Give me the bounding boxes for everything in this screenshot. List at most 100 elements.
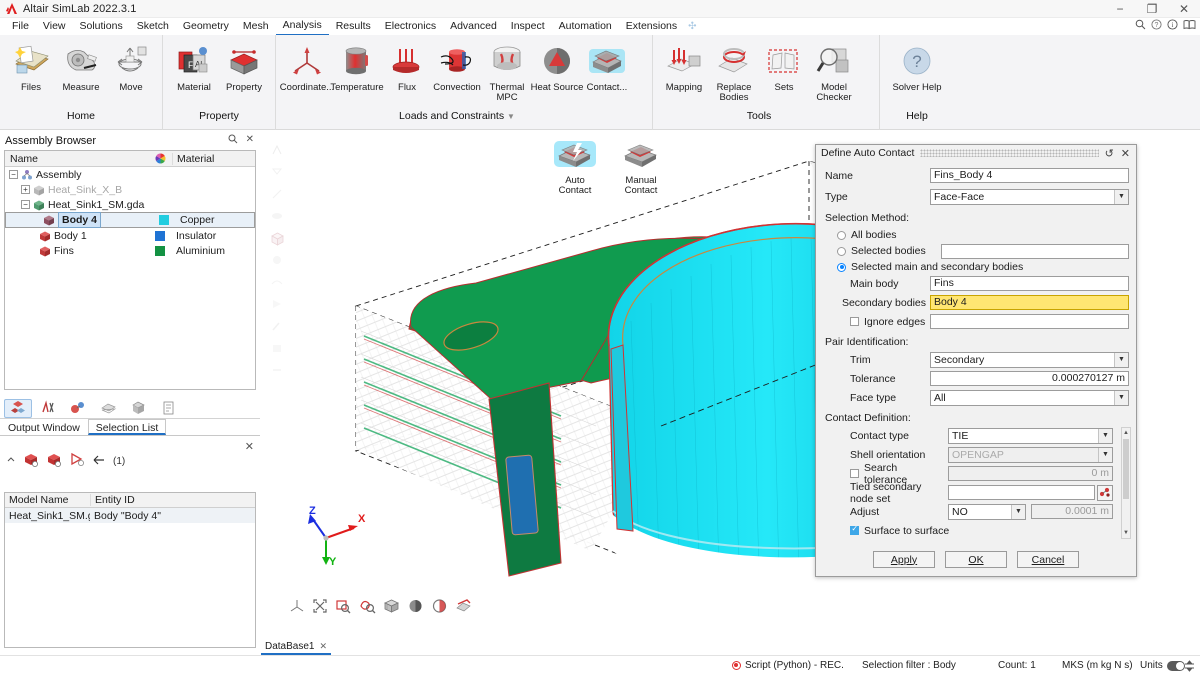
menu-solutions[interactable]: Solutions — [73, 18, 130, 35]
radio-selected-main-secondary[interactable]: Selected main and secondary bodies — [825, 259, 1129, 275]
menu-geometry[interactable]: Geometry — [176, 18, 236, 35]
scroll-down-icon[interactable]: ▼ — [1122, 528, 1130, 538]
main-body-input[interactable]: Fins — [930, 276, 1129, 291]
ribbon-button-heat-source[interactable]: Heat Source — [531, 35, 583, 93]
close-button[interactable]: ✕ — [1168, 0, 1200, 18]
ribbon-button-thermal-mpc[interactable]: Thermal MPC — [482, 35, 532, 103]
menu-automation[interactable]: Automation — [552, 18, 619, 35]
tolerance-input[interactable]: 0.000270127 m — [930, 371, 1129, 386]
scroll-thumb[interactable] — [1123, 439, 1129, 499]
menu-advanced[interactable]: Advanced — [443, 18, 504, 35]
tree-row-heat-sink1-sm[interactable]: − Heat_Sink1_SM.gda — [5, 197, 255, 212]
dialog-title-bar[interactable]: Define Auto Contact ↺ ✕ — [816, 145, 1136, 161]
chevron-down-icon[interactable]: ▼ — [1098, 428, 1112, 443]
units-toggle-switch[interactable] — [1166, 660, 1185, 671]
report-browser-icon[interactable] — [154, 399, 182, 418]
surface-to-surface-checkbox[interactable] — [850, 524, 859, 535]
chevron-down-icon[interactable]: ▼ — [1011, 504, 1025, 519]
info-icon[interactable]: i — [1167, 19, 1178, 33]
maximize-button[interactable]: ❐ — [1136, 0, 1168, 18]
ribbon-button-move[interactable]: Move — [106, 35, 156, 93]
highlight-icon[interactable] — [69, 452, 85, 470]
radio-icon[interactable] — [837, 230, 846, 240]
menu-overflow-icon[interactable]: ✣ — [684, 21, 700, 32]
assembly-tree[interactable]: Name Material − Assembly + Heat_Sink_X_B… — [4, 150, 256, 390]
chevron-down-icon[interactable]: ▼ — [1114, 390, 1128, 405]
selection-table[interactable]: Model Name Entity ID Heat_Sink1_SM.g.. B… — [4, 492, 256, 648]
tree-row-assembly[interactable]: − Assembly — [5, 167, 255, 182]
secondary-bodies-input[interactable]: Body 4 — [930, 295, 1129, 310]
radio-icon[interactable] — [837, 246, 846, 256]
menu-sketch[interactable]: Sketch — [130, 18, 176, 35]
collapse-icon[interactable] — [6, 455, 16, 468]
radio-all-bodies[interactable]: All bodies — [825, 227, 1129, 243]
menu-analysis[interactable]: Analysis — [275, 17, 329, 36]
radio-selected-bodies[interactable]: Selected bodies — [825, 243, 1129, 259]
chevron-down-icon[interactable]: ▼ — [1114, 352, 1128, 367]
minimize-button[interactable]: − — [1104, 0, 1136, 18]
orient-icon[interactable] — [289, 598, 305, 617]
ignore-edges-checkbox[interactable] — [850, 317, 859, 326]
menu-mesh[interactable]: Mesh — [236, 18, 276, 35]
name-input[interactable]: Fins_Body 4 — [930, 168, 1129, 183]
fit-view-icon[interactable] — [312, 598, 328, 617]
table-row[interactable]: Heat_Sink1_SM.g.. Body "Body 4" — [5, 508, 255, 523]
free-zoom-icon[interactable] — [359, 598, 376, 617]
database-tab[interactable]: DataBase1 ✕ — [261, 641, 332, 655]
menu-electronics[interactable]: Electronics — [378, 18, 443, 35]
scroll-up-icon[interactable]: ▲ — [1122, 428, 1130, 438]
ignore-edges-input[interactable] — [930, 314, 1129, 329]
units-toggle[interactable]: Units — [1140, 660, 1185, 671]
select-body-icon[interactable] — [23, 452, 39, 470]
menu-file[interactable]: File — [5, 18, 36, 35]
type-select[interactable]: Face-Face ▼ — [930, 188, 1129, 205]
ribbon-button-coordinate-system[interactable]: Coordinate... — [280, 35, 334, 93]
tree-row-body-1[interactable]: Body 1 Insulator — [5, 228, 255, 243]
search-icon[interactable] — [1135, 19, 1146, 33]
checkbox-surface-to-surface[interactable]: Surface to surface — [825, 522, 1129, 539]
section-icon[interactable] — [455, 598, 472, 617]
expander-icon[interactable]: + — [21, 185, 30, 194]
selection-filter-status[interactable]: Selection filter : Body — [862, 660, 956, 671]
book-icon[interactable] — [1183, 19, 1196, 33]
ribbon-button-property[interactable]: Property — [219, 35, 269, 93]
shaded-mesh-icon[interactable] — [383, 598, 400, 617]
tab-output-window[interactable]: Output Window — [0, 419, 88, 435]
define-auto-contact-dialog[interactable]: Define Auto Contact ↺ ✕ Name Fins_Body 4… — [815, 144, 1137, 577]
model-browser-icon[interactable] — [4, 398, 32, 418]
selected-bodies-input[interactable] — [941, 243, 1129, 259]
ribbon-button-files[interactable]: Files — [6, 35, 56, 93]
back-arrow-icon[interactable] — [92, 454, 106, 469]
close-icon[interactable]: ✕ — [319, 641, 327, 652]
shaded-icon[interactable] — [407, 598, 424, 617]
adjust-select[interactable]: NO ▼ — [948, 503, 1026, 520]
dialog-reset-button[interactable]: ↺ — [1105, 147, 1114, 160]
help-icon[interactable]: ? — [1151, 19, 1162, 33]
transparent-icon[interactable] — [431, 598, 448, 617]
chevron-down-icon[interactable]: ▼ — [507, 112, 515, 121]
search-icon[interactable] — [228, 134, 238, 147]
node-pick-icon[interactable] — [1097, 484, 1113, 501]
tab-selection-list[interactable]: Selection List — [87, 419, 167, 435]
tree-row-fins[interactable]: Fins Aluminium — [5, 243, 255, 258]
ribbon-button-measure[interactable]: Measure — [56, 35, 106, 93]
ribbon-button-sets[interactable]: Sets — [759, 35, 809, 93]
expander-icon[interactable]: − — [9, 170, 18, 179]
resize-grip-icon[interactable] — [1184, 659, 1195, 672]
ribbon-button-temperature[interactable]: Temperature — [330, 35, 384, 93]
menu-extensions[interactable]: Extensions — [619, 18, 684, 35]
search-tolerance-checkbox[interactable] — [850, 469, 859, 478]
menu-inspect[interactable]: Inspect — [504, 18, 552, 35]
ribbon-button-material[interactable]: Fe Al Material — [169, 35, 219, 93]
layers-browser-icon[interactable] — [94, 399, 122, 418]
face-type-select[interactable]: All ▼ — [930, 389, 1129, 406]
dialog-close-button[interactable]: ✕ — [1121, 147, 1130, 160]
ribbon-button-model-checker[interactable]: Model Checker — [809, 35, 859, 103]
radio-icon[interactable] — [837, 262, 846, 272]
ribbon-button-contact[interactable]: Contact... — [582, 35, 632, 93]
analysis-browser-icon[interactable] — [34, 399, 62, 418]
contact-browser-icon[interactable] — [64, 399, 92, 418]
ok-button[interactable]: OK — [945, 551, 1007, 568]
dialog-scrollbar[interactable]: ▲ ▼ — [1121, 427, 1131, 539]
tied-secondary-node-set-input[interactable] — [948, 485, 1095, 500]
